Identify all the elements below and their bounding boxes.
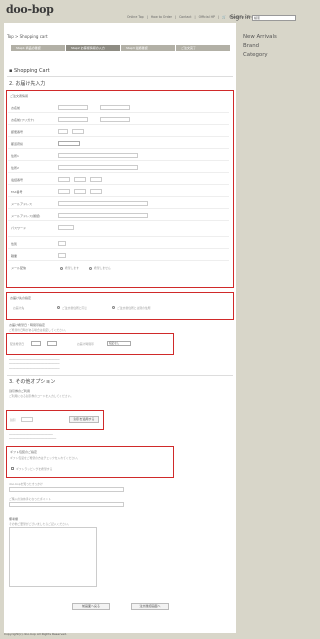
- newsletter-no-radio[interactable]: [89, 267, 92, 270]
- form-row-prefecture: 都道府県: [8, 139, 229, 149]
- coupon-input[interactable]: [21, 417, 33, 422]
- header: doo-bop Online Top | How to Order | Contac…: [4, 0, 300, 22]
- form-row-fax: FAX番号: [8, 187, 229, 197]
- coupon-box: 割引 割引を適用する: [6, 410, 104, 430]
- delivery-time-select[interactable]: 指定なし: [107, 341, 131, 346]
- nav-online-top[interactable]: Online Top: [127, 15, 144, 19]
- form-row-address2: 住所2: [8, 163, 229, 173]
- form-row-email-confirm: メールアドレス(確認): [8, 211, 229, 221]
- last-name-input[interactable]: [58, 105, 88, 110]
- notice-text: ────────────────────────────── ─────────…: [9, 357, 60, 370]
- form-row-postal: 郵便番号: [8, 127, 229, 137]
- address2-input[interactable]: [58, 165, 138, 170]
- nav-official-hp[interactable]: Official HP: [199, 15, 215, 19]
- form-row-gender: 性別: [8, 239, 229, 249]
- phone-input-3[interactable]: [90, 177, 102, 182]
- phone-input-1[interactable]: [58, 177, 70, 182]
- step-1: Step1 商品の確認: [11, 45, 65, 51]
- form-row-newsletter: メール配信 希望します 希望しません: [11, 266, 111, 270]
- delivery-other-radio[interactable]: [112, 306, 115, 309]
- question-2-label: ご購入の決め手になったポイント: [9, 497, 51, 501]
- apply-coupon-button[interactable]: 割引を適用する: [69, 416, 99, 423]
- question-1-label: doo-bopを知ったきっかけ: [9, 482, 43, 486]
- coupon-title: 割引券のご利用: [9, 389, 31, 393]
- question-2-input[interactable]: [9, 502, 124, 507]
- sidebar: New Arrivals Brand Category: [243, 33, 277, 60]
- password-input[interactable]: [58, 225, 74, 230]
- prefecture-select[interactable]: [58, 141, 80, 146]
- search-input[interactable]: 検索: [252, 15, 296, 21]
- last-kana-input[interactable]: [58, 117, 88, 122]
- coupon-notice-text: ────────────────────────── ─────────────…: [9, 432, 57, 441]
- confirm-order-button[interactable]: 注文確認画面へ: [131, 603, 169, 610]
- form-row-name: お名前: [8, 103, 229, 113]
- fax-input-2[interactable]: [74, 189, 86, 194]
- footer-copyright: Copyright(c) doo-bop All Rights Reserved…: [4, 632, 67, 636]
- delivery-title: お届け先の指定: [10, 296, 32, 300]
- sidebar-item-category[interactable]: Category: [243, 51, 277, 60]
- gender-input[interactable]: [58, 241, 66, 246]
- sidebar-item-brand[interactable]: Brand: [243, 42, 277, 51]
- delivery-day-select[interactable]: [47, 341, 57, 346]
- nav-contact[interactable]: Contact: [179, 15, 191, 19]
- form-row-phone: 電話番号: [8, 175, 229, 185]
- postal-input-1[interactable]: [58, 129, 68, 134]
- step-3: Step3 最終確認: [121, 45, 175, 51]
- form-row-kana: お名前(フリガナ): [8, 115, 229, 125]
- orderer-subhead: ご注文者情報: [10, 94, 29, 98]
- section-2-title: 2. お届け先入力: [9, 81, 46, 87]
- step-2: Step2 お客様情報の入力: [66, 45, 120, 51]
- delivery-box: お届け先の指定 お届け先 ご注文者住所と同じ ご注文者住所とは別の住所: [6, 292, 234, 320]
- first-kana-input[interactable]: [100, 117, 130, 122]
- datetime-box: 配達希望日 お届け時間帯 指定なし: [6, 333, 174, 355]
- form-row-job: 職業: [8, 251, 229, 261]
- step-indicator: Step1 商品の確認 Step2 お客様情報の入力 Step3 最終確認 ご注…: [11, 45, 230, 51]
- first-name-input[interactable]: [100, 105, 130, 110]
- divider: [7, 76, 233, 77]
- orderer-form-box: ご注文者情報 お名前 お名前(フリガナ) 郵便番号 都道府県 住所1 住所2 電…: [6, 90, 234, 288]
- datetime-title: お届け希望日・時間帯指定: [9, 323, 46, 327]
- remarks-textarea[interactable]: [9, 527, 97, 587]
- logo[interactable]: doo-bop: [6, 3, 54, 16]
- gift-box: ギフト包装のご指定 ギフト包装をご希望の方はチェックを入れてください。 ギフトラ…: [6, 446, 174, 478]
- remarks-title: 備考欄: [9, 517, 19, 521]
- gift-checkbox[interactable]: [11, 467, 14, 470]
- main-content: Top > Shopping cart Step1 商品の確認 Step2 お客…: [4, 23, 236, 633]
- form-row-address1: 住所1: [8, 151, 229, 161]
- signin-link[interactable]: Sign in: [230, 14, 250, 21]
- fax-input-1[interactable]: [58, 189, 70, 194]
- job-input[interactable]: [58, 253, 66, 258]
- email-confirm-input[interactable]: [58, 213, 148, 218]
- postal-input-2[interactable]: [72, 129, 84, 134]
- back-button[interactable]: 前画面へ戻る: [72, 603, 110, 610]
- delivery-same-radio[interactable]: [57, 306, 60, 309]
- gift-title: ギフト包装のご指定: [10, 450, 38, 454]
- page-title: ▪ Shopping Cart: [9, 68, 50, 74]
- phone-input-2[interactable]: [74, 177, 86, 182]
- cart-icon: 🛒: [222, 15, 227, 19]
- page: doo-bop Online Top | How to Order | Contac…: [0, 0, 300, 639]
- form-row-email: メールアドレス: [8, 199, 229, 209]
- sidebar-item-new-arrivals[interactable]: New Arrivals: [243, 33, 277, 42]
- breadcrumb: Top > Shopping cart: [7, 34, 48, 39]
- question-1-input[interactable]: [9, 487, 124, 492]
- divider: [7, 375, 233, 376]
- form-row-password: パスワード: [8, 223, 229, 237]
- email-input[interactable]: [58, 201, 148, 206]
- delivery-month-select[interactable]: [31, 341, 41, 346]
- newsletter-yes-radio[interactable]: [60, 267, 63, 270]
- nav-how-to-order[interactable]: How to Order: [151, 15, 172, 19]
- fax-input-3[interactable]: [90, 189, 102, 194]
- step-4: ご注文完了: [176, 45, 230, 51]
- address1-input[interactable]: [58, 153, 138, 158]
- section-3-title: 3. その他オプション: [9, 379, 56, 385]
